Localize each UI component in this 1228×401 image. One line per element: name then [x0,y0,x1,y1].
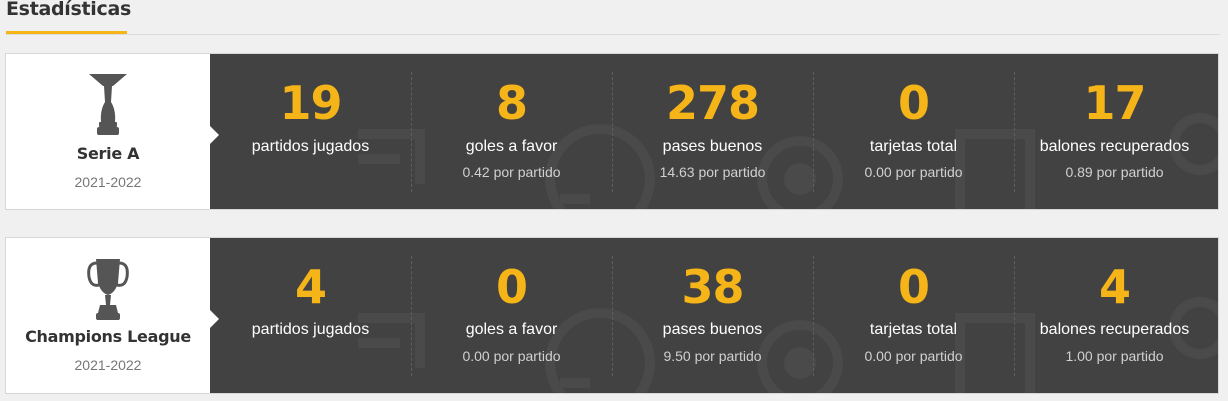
stat-per-match: 9.50 por partido [663,348,762,364]
stats-panel: 4 partidos jugados 0 goles a favor 0.00 … [210,238,1218,393]
competition-name: Champions League [25,327,191,346]
stat-per-match: 0.42 por partido [462,164,561,180]
stat-total-cards: 0 tarjetas total 0.00 por partido [813,54,1014,209]
competition-info: Champions League 2021-2022 [6,238,210,393]
stat-label: goles a favor [465,321,558,338]
competition-row-serie-a: Serie A 2021-2022 19 partidos jugados 8 … [5,53,1219,210]
stat-matches-played: 4 partidos jugados [210,238,411,393]
stat-per-match: 0.00 por partido [462,348,561,364]
stat-good-passes: 278 pases buenos 14.63 por partido [612,54,813,209]
stat-per-match: 14.63 por partido [659,164,766,180]
stat-value: 38 [681,260,744,314]
stat-good-passes: 38 pases buenos 9.50 por partido [612,238,813,393]
stat-value: 0 [897,260,930,314]
stat-label: pases buenos [662,138,763,155]
champions-league-trophy-icon [87,259,129,320]
stat-per-match: 0.00 por partido [864,348,963,364]
stat-value: 0 [495,260,528,314]
section-title: Estadísticas [6,0,132,20]
competition-season: 2021-2022 [74,357,142,373]
competition-row-champions-league: Champions League 2021-2022 4 partidos ju… [5,237,1219,394]
stat-label: balones recuperados [1039,321,1190,338]
stat-label: pases buenos [662,321,763,338]
stat-per-match: 0.00 por partido [864,164,963,180]
stat-label: goles a favor [465,138,558,155]
stat-balls-recovered: 4 balones recuperados 1.00 por partido [1014,238,1215,393]
stat-label: tarjetas total [869,138,958,155]
stats-panel: 19 partidos jugados 8 goles a favor 0.42… [210,54,1218,209]
competition-info: Serie A 2021-2022 [6,54,210,209]
stat-per-match: 1.00 por partido [1065,348,1164,364]
stat-value: 19 [279,76,342,130]
stat-goals-for: 8 goles a favor 0.42 por partido [411,54,612,209]
section-header: Estadísticas [6,0,1220,35]
section-title-underline [6,31,127,34]
serie-a-trophy-icon [89,74,127,135]
stat-goals-for: 0 goles a favor 0.00 por partido [411,238,612,393]
stat-balls-recovered: 17 balones recuperados 0.89 por partido [1014,54,1215,209]
stat-value: 8 [495,76,528,130]
competition-name: Serie A [76,144,140,163]
stat-value: 4 [294,260,327,314]
stat-value: 0 [897,76,930,130]
stat-value: 17 [1083,76,1146,130]
stat-label: tarjetas total [869,321,958,338]
stat-label: partidos jugados [251,321,370,338]
competition-season: 2021-2022 [74,174,142,190]
stat-total-cards: 0 tarjetas total 0.00 por partido [813,238,1014,393]
stat-value: 4 [1098,260,1131,314]
stat-per-match: 0.89 por partido [1065,164,1164,180]
stat-value: 278 [665,76,760,130]
stat-matches-played: 19 partidos jugados [210,54,411,209]
row-pointer-arrow [210,310,219,328]
stat-label: partidos jugados [251,138,370,155]
stat-label: balones recuperados [1039,138,1190,155]
row-pointer-arrow [210,126,219,144]
